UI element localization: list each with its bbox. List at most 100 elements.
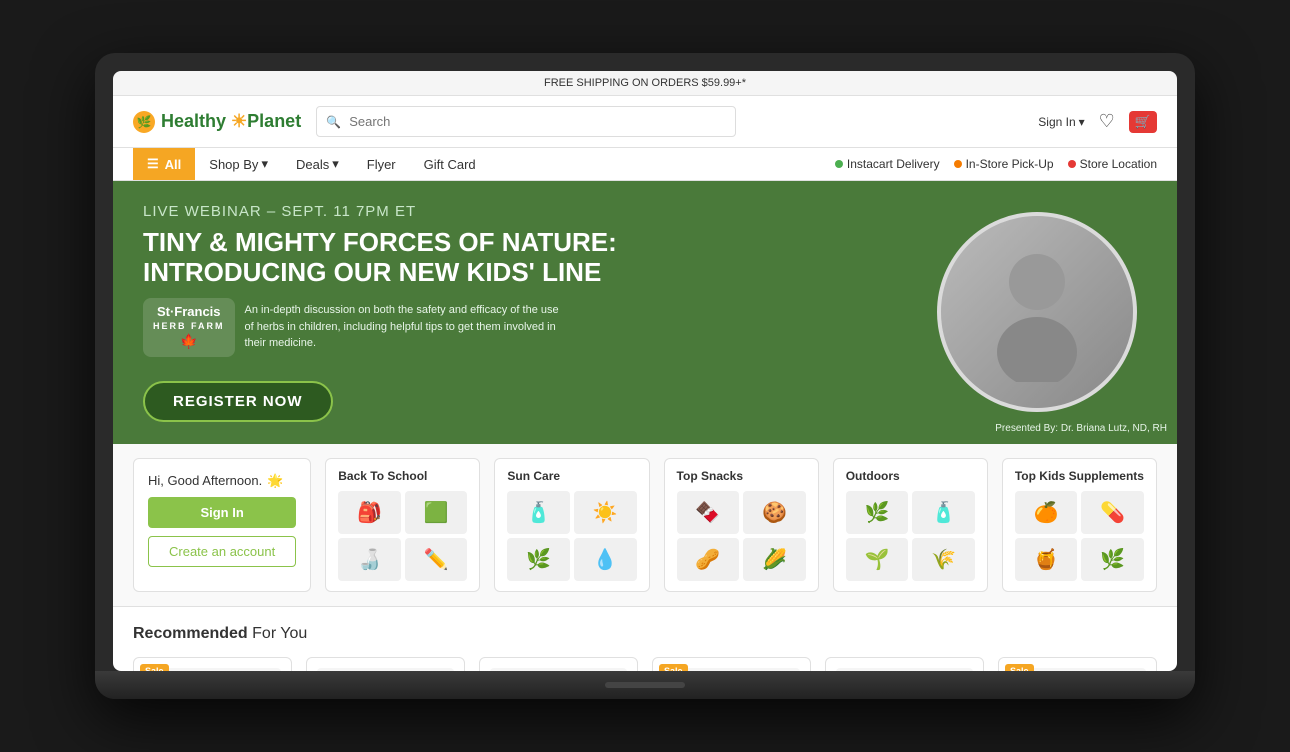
- category-section: Hi, Good Afternoon. 🌟 Sign In Create an …: [113, 444, 1177, 607]
- laptop-base: [95, 671, 1195, 699]
- location-label: Store Location: [1080, 157, 1157, 171]
- category-card-sun-care[interactable]: Sun Care 🧴 ☀️ 🌿 💧: [494, 458, 649, 592]
- products-row: Sale 💊 💊 🧃 Sale 💊 💊 Sale: [133, 657, 1157, 671]
- instacart-label: Instacart Delivery: [847, 157, 940, 171]
- cat-img-4: 🌾: [912, 538, 975, 581]
- sign-in-link[interactable]: Sign In ▾: [1038, 115, 1084, 129]
- product-image: 💊: [836, 668, 973, 671]
- category-images: 🍫 🍪 🥜 🌽: [677, 491, 806, 581]
- hamburger-icon: ☰: [147, 156, 159, 172]
- product-card[interactable]: Sale 💊: [652, 657, 811, 671]
- category-card-kids-supplements[interactable]: Top Kids Supplements 🍊 💊 🍯 🌿: [1002, 458, 1157, 592]
- wishlist-icon[interactable]: ♡: [1099, 111, 1115, 132]
- nav-deals-label: Deals: [296, 157, 329, 172]
- hero-image-area: Presented By: Dr. Briana Lutz, ND, RH: [897, 181, 1177, 444]
- category-images: 🌿 🧴 🌱 🌾: [846, 491, 975, 581]
- category-images: 🍊 💊 🍯 🌿: [1015, 491, 1144, 581]
- cat-img-2: 🧴: [912, 491, 975, 534]
- nav-giftcard[interactable]: Gift Card: [410, 149, 490, 180]
- category-card-top-snacks[interactable]: Top Snacks 🍫 🍪 🥜 🌽: [664, 458, 819, 592]
- nav-shop-by-chevron: ▾: [261, 156, 268, 172]
- category-title: Sun Care: [507, 469, 636, 483]
- nav-deals-chevron: ▾: [332, 156, 339, 172]
- product-card[interactable]: Sale 💊: [133, 657, 292, 671]
- cat-img-3: 🍯: [1015, 538, 1078, 581]
- logo-text: Healthy ☀Planet: [161, 111, 301, 132]
- category-card-back-to-school[interactable]: Back To School 🎒 🟩 🍶 ✏️: [325, 458, 480, 592]
- recommended-section: Recommended For You Sale 💊 💊 🧃 Sale 💊: [113, 607, 1177, 671]
- cat-img-2: 🍪: [743, 491, 806, 534]
- section-title-bold: Recommended: [133, 625, 248, 642]
- cat-img-2: ☀️: [574, 491, 637, 534]
- greeting-text: Hi, Good Afternoon. 🌟: [148, 473, 283, 489]
- store-icon: [954, 160, 962, 168]
- product-card[interactable]: 💊: [306, 657, 465, 671]
- nav-shop-by-label: Shop By: [209, 157, 258, 172]
- product-card[interactable]: Sale 🌿: [998, 657, 1157, 671]
- site-logo[interactable]: 🌿 Healthy ☀Planet: [133, 111, 301, 133]
- hero-brand: St·Francis HERB FARM 🍁 An in-depth discu…: [143, 298, 867, 357]
- hero-description: An in-depth discussion on both the safet…: [245, 302, 565, 352]
- search-input[interactable]: [316, 106, 736, 137]
- store-location[interactable]: Store Location: [1068, 157, 1157, 171]
- nav-right-actions: Instacart Delivery In-Store Pick-Up Stor…: [835, 157, 1157, 171]
- cat-img-4: 💧: [574, 538, 637, 581]
- hero-content: LIVE WEBINAR – SEPT. 11 7PM ET TINY & MI…: [113, 181, 897, 444]
- cat-img-1: 🍫: [677, 491, 740, 534]
- product-image: 🧃: [490, 668, 627, 671]
- instacart-delivery[interactable]: Instacart Delivery: [835, 157, 940, 171]
- laptop-frame: FREE SHIPPING ON ORDERS $59.99+* 🌿 Healt…: [95, 53, 1195, 699]
- cat-img-4: ✏️: [405, 538, 468, 581]
- logo-icon: 🌿: [133, 111, 155, 133]
- nav-deals[interactable]: Deals ▾: [282, 148, 353, 180]
- hero-title: TINY & MIGHTY FORCES OF NATURE: INTRODUC…: [143, 228, 623, 288]
- category-title: Outdoors: [846, 469, 975, 483]
- cat-img-3: 🌿: [507, 538, 570, 581]
- presenter-placeholder: [941, 216, 1133, 408]
- register-button[interactable]: REGISTER NOW: [143, 381, 333, 422]
- product-card[interactable]: 🧃: [479, 657, 638, 671]
- instore-pickup[interactable]: In-Store Pick-Up: [954, 157, 1054, 171]
- cart-icon[interactable]: 🛒: [1129, 111, 1157, 133]
- cat-img-3: 🥜: [677, 538, 740, 581]
- browser-window: FREE SHIPPING ON ORDERS $59.99+* 🌿 Healt…: [113, 71, 1177, 671]
- instacart-icon: [835, 160, 843, 168]
- all-label: All: [165, 157, 182, 172]
- greeting-card: Hi, Good Afternoon. 🌟 Sign In Create an …: [133, 458, 311, 592]
- cat-img-3: 🌱: [846, 538, 909, 581]
- nav-flyer[interactable]: Flyer: [353, 149, 410, 180]
- shipping-text: FREE SHIPPING ON ORDERS $59.99+*: [544, 77, 746, 89]
- nav-shop-by[interactable]: Shop By ▾: [195, 148, 282, 180]
- cat-img-4: 🌿: [1081, 538, 1144, 581]
- category-images: 🎒 🟩 🍶 ✏️: [338, 491, 467, 581]
- cat-img-1: 🎒: [338, 491, 401, 534]
- sale-badge: Sale: [140, 664, 169, 671]
- top-banner: FREE SHIPPING ON ORDERS $59.99+*: [113, 71, 1177, 96]
- all-nav-button[interactable]: ☰ All: [133, 148, 195, 180]
- navigation-bar: ☰ All Shop By ▾ Deals ▾ Flyer Gift Card …: [113, 148, 1177, 181]
- create-account-button[interactable]: Create an account: [148, 536, 296, 567]
- nav-flyer-label: Flyer: [367, 157, 396, 172]
- cat-img-1: 🌿: [846, 491, 909, 534]
- hero-subtitle: LIVE WEBINAR – SEPT. 11 7PM ET: [143, 203, 867, 220]
- section-title-rest: For You: [248, 625, 308, 642]
- category-title: Top Snacks: [677, 469, 806, 483]
- category-title: Top Kids Supplements: [1015, 469, 1144, 483]
- presenter-photo: [937, 212, 1137, 412]
- greeting-sign-in-button[interactable]: Sign In: [148, 497, 296, 528]
- search-container: 🔍: [316, 106, 736, 137]
- cat-img-2: 🟩: [405, 491, 468, 534]
- instore-label: In-Store Pick-Up: [966, 157, 1054, 171]
- category-card-outdoors[interactable]: Outdoors 🌿 🧴 🌱 🌾: [833, 458, 988, 592]
- category-title: Back To School: [338, 469, 467, 483]
- category-images: 🧴 ☀️ 🌿 💧: [507, 491, 636, 581]
- cat-img-1: 🍊: [1015, 491, 1078, 534]
- dropdown-chevron: ▾: [1079, 115, 1085, 129]
- presenter-name: Presented By: Dr. Briana Lutz, ND, RH: [995, 423, 1167, 434]
- search-icon: 🔍: [326, 115, 341, 129]
- section-title: Recommended For You: [133, 625, 1157, 643]
- sale-badge: Sale: [1005, 664, 1034, 671]
- cat-img-1: 🧴: [507, 491, 570, 534]
- stfrancis-logo: St·Francis HERB FARM 🍁: [143, 298, 235, 357]
- product-card[interactable]: 💊: [825, 657, 984, 671]
